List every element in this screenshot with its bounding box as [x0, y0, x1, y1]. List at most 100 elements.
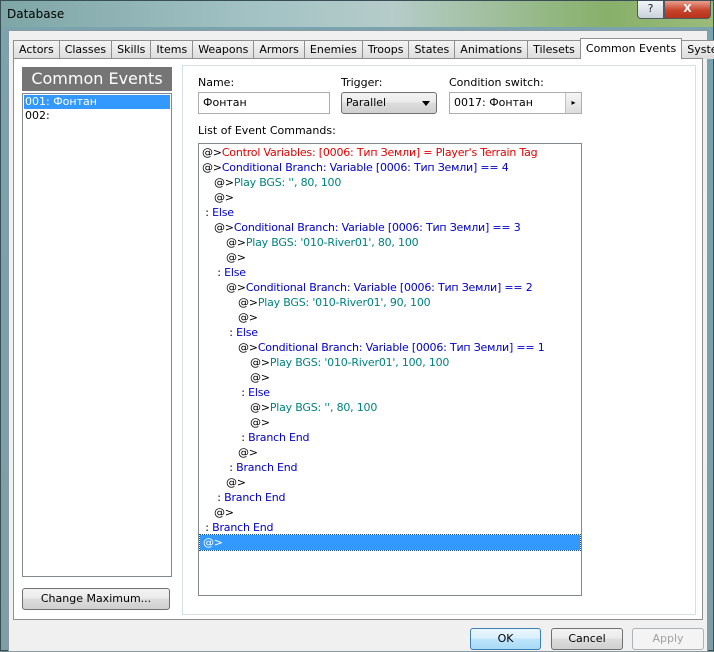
command-prefix: :: [238, 386, 249, 399]
common-events-header: Common Events: [22, 67, 172, 91]
command-prefix: @>: [226, 236, 246, 249]
event-command-row[interactable]: @>: [199, 415, 581, 430]
event-command-row[interactable]: @>Play BGS: '010-River01', 100, 100: [199, 355, 581, 370]
command-prefix: @>: [214, 221, 234, 234]
event-command-row[interactable]: @>Conditional Branch: Variable [0006: Ти…: [199, 280, 581, 295]
tab-common-events[interactable]: Common Events: [579, 38, 683, 59]
tab-armors[interactable]: Armors: [253, 40, 305, 59]
command-prefix: @>: [238, 296, 258, 309]
command-prefix: :: [202, 206, 213, 219]
command-text: Branch End: [224, 491, 286, 504]
command-prefix: :: [226, 326, 237, 339]
name-field[interactable]: Фонтан: [198, 92, 330, 114]
command-text: Play BGS: '', 80, 100: [233, 176, 342, 189]
command-prefix: :: [214, 266, 225, 279]
command-text: Play BGS: '010-River01', 100, 100: [269, 356, 450, 369]
event-command-row[interactable]: : Else: [199, 265, 581, 280]
event-command-row[interactable]: @>Play BGS: '', 80, 100: [199, 175, 581, 190]
tab-troops[interactable]: Troops: [361, 40, 410, 59]
tab-tilesets[interactable]: Tilesets: [527, 40, 581, 59]
command-text: Conditional Branch: Variable [0006: Тип …: [245, 281, 533, 294]
list-item[interactable]: 002:: [24, 109, 170, 123]
event-command-row[interactable]: @>: [199, 190, 581, 205]
tab-skills[interactable]: Skills: [111, 40, 152, 59]
event-command-row[interactable]: @>Control Variables: [0006: Тип Земли] =…: [199, 145, 581, 160]
command-prefix: @>: [214, 176, 234, 189]
tab-actors[interactable]: Actors: [13, 40, 60, 59]
event-command-row[interactable]: @>Conditional Branch: Variable [0006: Ти…: [199, 160, 581, 175]
event-command-row[interactable]: : Else: [199, 205, 581, 220]
dialog-client: Actors Classes Skills Items Weapons Armors Ene…: [8, 30, 714, 652]
event-command-row[interactable]: : Branch End: [199, 490, 581, 505]
command-prefix: @>: [238, 446, 258, 459]
tab-enemies[interactable]: Enemies: [303, 40, 363, 59]
event-command-row[interactable]: @>: [199, 250, 581, 265]
command-prefix: :: [214, 491, 225, 504]
command-text: Conditional Branch: Variable [0006: Тип …: [233, 221, 521, 234]
list-item[interactable]: 001: Фонтан: [24, 95, 170, 109]
event-command-row[interactable]: @>: [199, 445, 581, 460]
command-text: Else: [236, 326, 258, 339]
event-commands-label: List of Event Commands:: [198, 124, 336, 137]
change-maximum-button[interactable]: Change Maximum...: [22, 588, 170, 610]
command-prefix: @>: [226, 251, 246, 264]
command-prefix: :: [238, 431, 249, 444]
ok-button[interactable]: OK: [470, 628, 541, 650]
event-command-row[interactable]: @>Conditional Branch: Variable [0006: Ти…: [199, 340, 581, 355]
command-prefix: @>: [250, 356, 270, 369]
chevron-right-icon[interactable]: ▸: [565, 93, 581, 113]
event-command-row[interactable]: @>: [199, 310, 581, 325]
chevron-down-icon: [422, 101, 430, 106]
command-text: Control Variables: [0006: Тип Земли] = P…: [221, 146, 538, 159]
event-command-row[interactable]: @>Play BGS: '010-River01', 90, 100: [199, 295, 581, 310]
tab-states[interactable]: States: [408, 40, 456, 59]
event-command-row[interactable]: : Else: [199, 385, 581, 400]
command-prefix: @>: [250, 401, 270, 414]
event-command-row[interactable]: @>Play BGS: '', 80, 100: [199, 400, 581, 415]
condition-switch-value: 0017: Фонтан: [454, 96, 533, 109]
common-events-list[interactable]: 001: Фонтан 002:: [22, 93, 172, 577]
event-command-row[interactable]: @>Conditional Branch: Variable [0006: Ти…: [199, 220, 581, 235]
event-command-row[interactable]: @>: [199, 370, 581, 385]
event-command-row[interactable]: : Else: [199, 325, 581, 340]
command-text: Play BGS: '010-River01', 90, 100: [257, 296, 431, 309]
event-command-row[interactable]: @>: [199, 475, 581, 490]
event-command-row[interactable]: : Branch End: [199, 430, 581, 445]
condition-switch-field[interactable]: 0017: Фонтан ▸: [449, 92, 582, 114]
tab-system[interactable]: System: [681, 40, 714, 59]
event-command-row[interactable]: @>: [199, 534, 581, 551]
condition-switch-label: Condition switch:: [449, 76, 544, 89]
command-text: Branch End: [248, 431, 310, 444]
tab-animations[interactable]: Animations: [454, 40, 529, 59]
command-text: Branch End: [212, 521, 274, 534]
event-command-row[interactable]: : Branch End: [199, 460, 581, 475]
command-prefix: @>: [226, 476, 246, 489]
window-title: Database: [7, 7, 65, 21]
event-command-row[interactable]: @>Play BGS: '010-River01', 80, 100: [199, 235, 581, 250]
event-command-row[interactable]: @>: [199, 505, 581, 520]
event-commands-list[interactable]: @>Control Variables: [0006: Тип Земли] =…: [198, 143, 582, 596]
command-prefix: :: [226, 461, 237, 474]
command-prefix: @>: [238, 341, 258, 354]
tab-strip: Actors Classes Skills Items Weapons Armors Ene…: [13, 38, 714, 59]
command-text: Else: [212, 206, 234, 219]
trigger-value: Parallel: [346, 96, 387, 109]
trigger-select[interactable]: Parallel: [341, 92, 437, 114]
name-label: Name:: [198, 76, 235, 89]
cancel-button[interactable]: Cancel: [551, 628, 623, 650]
common-events-panel: Common Events 001: Фонтан 002: Change Max…: [13, 58, 703, 620]
tab-classes[interactable]: Classes: [58, 40, 113, 59]
tab-weapons[interactable]: Weapons: [192, 40, 255, 59]
apply-button[interactable]: Apply: [632, 628, 704, 650]
command-prefix: @>: [202, 146, 222, 159]
event-command-row[interactable]: : Branch End: [199, 520, 581, 535]
tab-items[interactable]: Items: [150, 40, 194, 59]
event-editor-group: Name: Фонтан Trigger: Parallel Condition…: [182, 65, 696, 615]
command-prefix: @>: [202, 161, 222, 174]
help-icon-button[interactable]: ?: [637, 1, 664, 19]
close-icon-button[interactable]: X: [664, 1, 711, 19]
command-prefix: @>: [214, 191, 234, 204]
command-prefix: @>: [226, 281, 246, 294]
title-bar[interactable]: Database ? X: [1, 1, 713, 27]
command-prefix: :: [202, 521, 213, 534]
